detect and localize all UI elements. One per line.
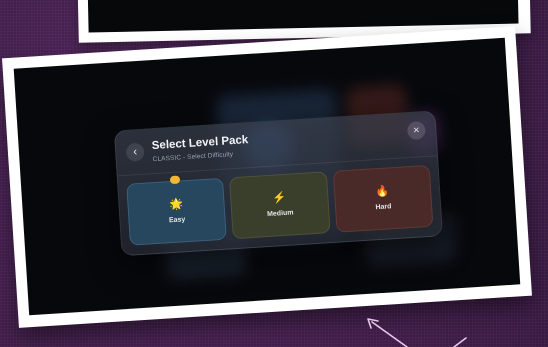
background-photo-image [87,0,519,33]
difficulty-label-medium: Medium [266,209,294,219]
chevron-left-icon: ‹ [132,144,138,159]
close-button[interactable]: × [406,120,426,141]
difficulty-card-hard[interactable]: 🔥 Hard [332,164,434,233]
difficulty-options: 🌟 Easy ⚡ Medium 🔥 Hard [126,164,434,246]
difficulty-card-easy[interactable]: 🌟 Easy [126,175,228,246]
level-pack-dialog: ‹ Select Level Pack CLASSIC - Select Dif… [113,110,444,257]
dialog-title: Select Level Pack [151,134,249,153]
star-icon: 🌟 [169,198,184,212]
fire-icon: 🔥 [375,185,390,199]
back-button[interactable]: ‹ [125,142,145,162]
decorative-arrow-icon [367,318,467,347]
recommended-badge [169,175,180,185]
screenshot-photo: ‹ Select Level Pack CLASSIC - Select Dif… [2,26,532,328]
dialog-subtitle: CLASSIC - Select Difficulty [152,151,234,164]
lightning-icon: ⚡ [272,191,287,205]
difficulty-label-easy: Easy [168,216,186,225]
difficulty-card-medium[interactable]: ⚡ Medium [229,171,331,240]
screenshot-photo-image: ‹ Select Level Pack CLASSIC - Select Dif… [13,37,521,316]
difficulty-label-hard: Hard [375,203,392,212]
close-icon: × [412,123,420,137]
